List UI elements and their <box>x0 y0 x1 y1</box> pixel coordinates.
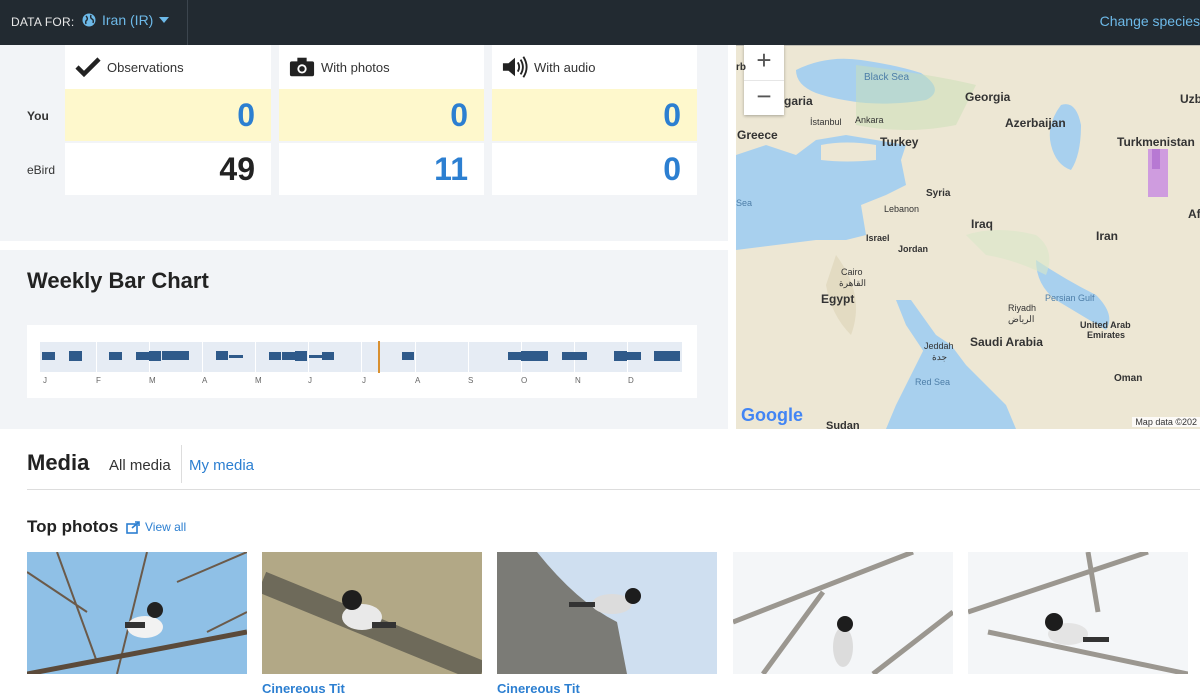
bird-photo[interactable] <box>968 552 1188 674</box>
change-species-link[interactable]: Change species <box>1100 13 1200 29</box>
zoom-out-button[interactable]: − <box>744 80 784 115</box>
observations-header: Observations <box>65 45 271 89</box>
region-selector[interactable]: Iran (IR) <box>82 12 170 28</box>
map-label: Cairo <box>841 267 863 277</box>
map-label: جدة <box>932 352 948 362</box>
map-label: Af <box>1188 207 1200 221</box>
map-label: Riyadh <box>1008 303 1037 313</box>
month-tick: J <box>362 376 366 385</box>
you-row-label: You <box>27 109 49 123</box>
map-label: Azerbaijan <box>1005 116 1066 130</box>
ebird-photos-value[interactable]: 11 <box>279 143 484 195</box>
photos-header: With photos <box>279 45 484 89</box>
you-photos-value[interactable]: 0 <box>279 89 484 141</box>
map-label: Saudi Arabia <box>970 335 1043 349</box>
map-label: Persian Gulf <box>1045 293 1095 303</box>
map-label: Iran <box>1096 229 1119 243</box>
view-all-link[interactable]: View all <box>126 520 186 534</box>
media-title: Media <box>27 450 90 475</box>
bird-photo[interactable] <box>733 552 953 674</box>
weekly-chart-panel: Weekly Bar Chart J F M A M J J A S O N D <box>0 250 728 429</box>
bird-photo[interactable] <box>497 552 717 674</box>
month-tick: N <box>575 376 581 385</box>
map-label: Emirates <box>1087 330 1126 340</box>
month-tick: F <box>96 376 101 385</box>
media-separator <box>27 489 1200 490</box>
audio-header: With audio <box>492 45 697 89</box>
you-audio-value[interactable]: 0 <box>492 89 697 141</box>
stats-panel: Observations With photos With audio You … <box>0 45 728 241</box>
top-bar: DATA FOR: Iran (IR) Change species <box>0 0 1200 45</box>
camera-icon <box>289 55 315 79</box>
photo-caption[interactable]: Cinereous Tit <box>262 681 345 696</box>
ebird-observations-value[interactable]: 49 <box>65 143 271 195</box>
map-label: Uzb <box>1180 92 1200 106</box>
map-label: United Arab <box>1080 320 1131 330</box>
tab-all-media[interactable]: All media <box>109 457 171 474</box>
month-tick: D <box>628 376 634 385</box>
map-label: İstanbul <box>810 117 842 127</box>
photos-label: With photos <box>321 59 390 75</box>
map-label: Egypt <box>821 292 855 306</box>
map-data-attribution[interactable]: Map data ©202 <box>1132 417 1200 427</box>
ebird-row-label: eBird <box>27 163 56 177</box>
map-label: الرياض <box>1008 314 1035 324</box>
data-for-label: DATA FOR: <box>11 15 75 29</box>
month-tick: A <box>202 376 208 385</box>
map-label: Georgia <box>965 90 1011 104</box>
chart-title: Weekly Bar Chart <box>27 268 209 293</box>
map-label: Syria <box>926 188 951 199</box>
tab-my-media[interactable]: My media <box>189 457 254 474</box>
topbar-divider <box>187 0 188 45</box>
audio-label: With audio <box>534 59 596 75</box>
weekly-bar-chart[interactable]: J F M A M J J A S O N D <box>27 325 697 398</box>
region-label: Iran (IR) <box>102 12 154 28</box>
chevron-down-icon <box>159 17 170 23</box>
map-label: Turkmenistan <box>1117 135 1195 149</box>
map-label: Israel <box>866 233 890 243</box>
month-tick: J <box>308 376 312 385</box>
map-label: Black Sea <box>864 72 910 83</box>
external-link-icon <box>126 520 140 534</box>
bird-photo[interactable] <box>262 552 482 674</box>
range-map[interactable]: + − rb Black Sea garia Georgia Uzb İstan… <box>736 45 1200 429</box>
speaker-icon <box>502 55 528 79</box>
month-tick: O <box>521 376 528 385</box>
month-tick: J <box>43 376 47 385</box>
map-label: Jordan <box>898 244 929 254</box>
month-tick: M <box>149 376 156 385</box>
globe-icon <box>82 13 96 27</box>
map-label: Jeddah <box>924 341 954 351</box>
map-label: Turkey <box>880 135 919 149</box>
map-label: Iraq <box>971 217 994 231</box>
ebird-audio-value[interactable]: 0 <box>492 143 697 195</box>
map-label: Sea <box>736 198 753 208</box>
map-label: Sudan <box>826 420 860 429</box>
map-label: Red Sea <box>915 377 951 387</box>
map-label: القاهرة <box>839 278 866 288</box>
you-observations-value[interactable]: 0 <box>65 89 271 141</box>
month-tick: S <box>468 376 474 385</box>
view-all-label: View all <box>145 520 187 534</box>
month-tick: M <box>255 376 262 385</box>
google-logo[interactable]: Google <box>741 405 803 426</box>
observations-label: Observations <box>107 59 184 75</box>
tab-divider <box>181 445 182 483</box>
zoom-controls: + − <box>744 45 784 115</box>
map-label: Greece <box>737 128 778 142</box>
checkmark-icon <box>75 55 101 79</box>
map-label: Ankara <box>855 115 884 125</box>
month-tick: A <box>415 376 421 385</box>
top-photos-heading: Top photos <box>27 517 119 536</box>
map-label: Lebanon <box>884 204 920 214</box>
zoom-in-button[interactable]: + <box>744 45 784 80</box>
photo-caption[interactable]: Cinereous Tit <box>497 681 580 696</box>
map-label: Oman <box>1114 373 1143 384</box>
bird-photo[interactable] <box>27 552 247 674</box>
map-label: garia <box>784 94 813 108</box>
map-label: rb <box>736 62 746 73</box>
